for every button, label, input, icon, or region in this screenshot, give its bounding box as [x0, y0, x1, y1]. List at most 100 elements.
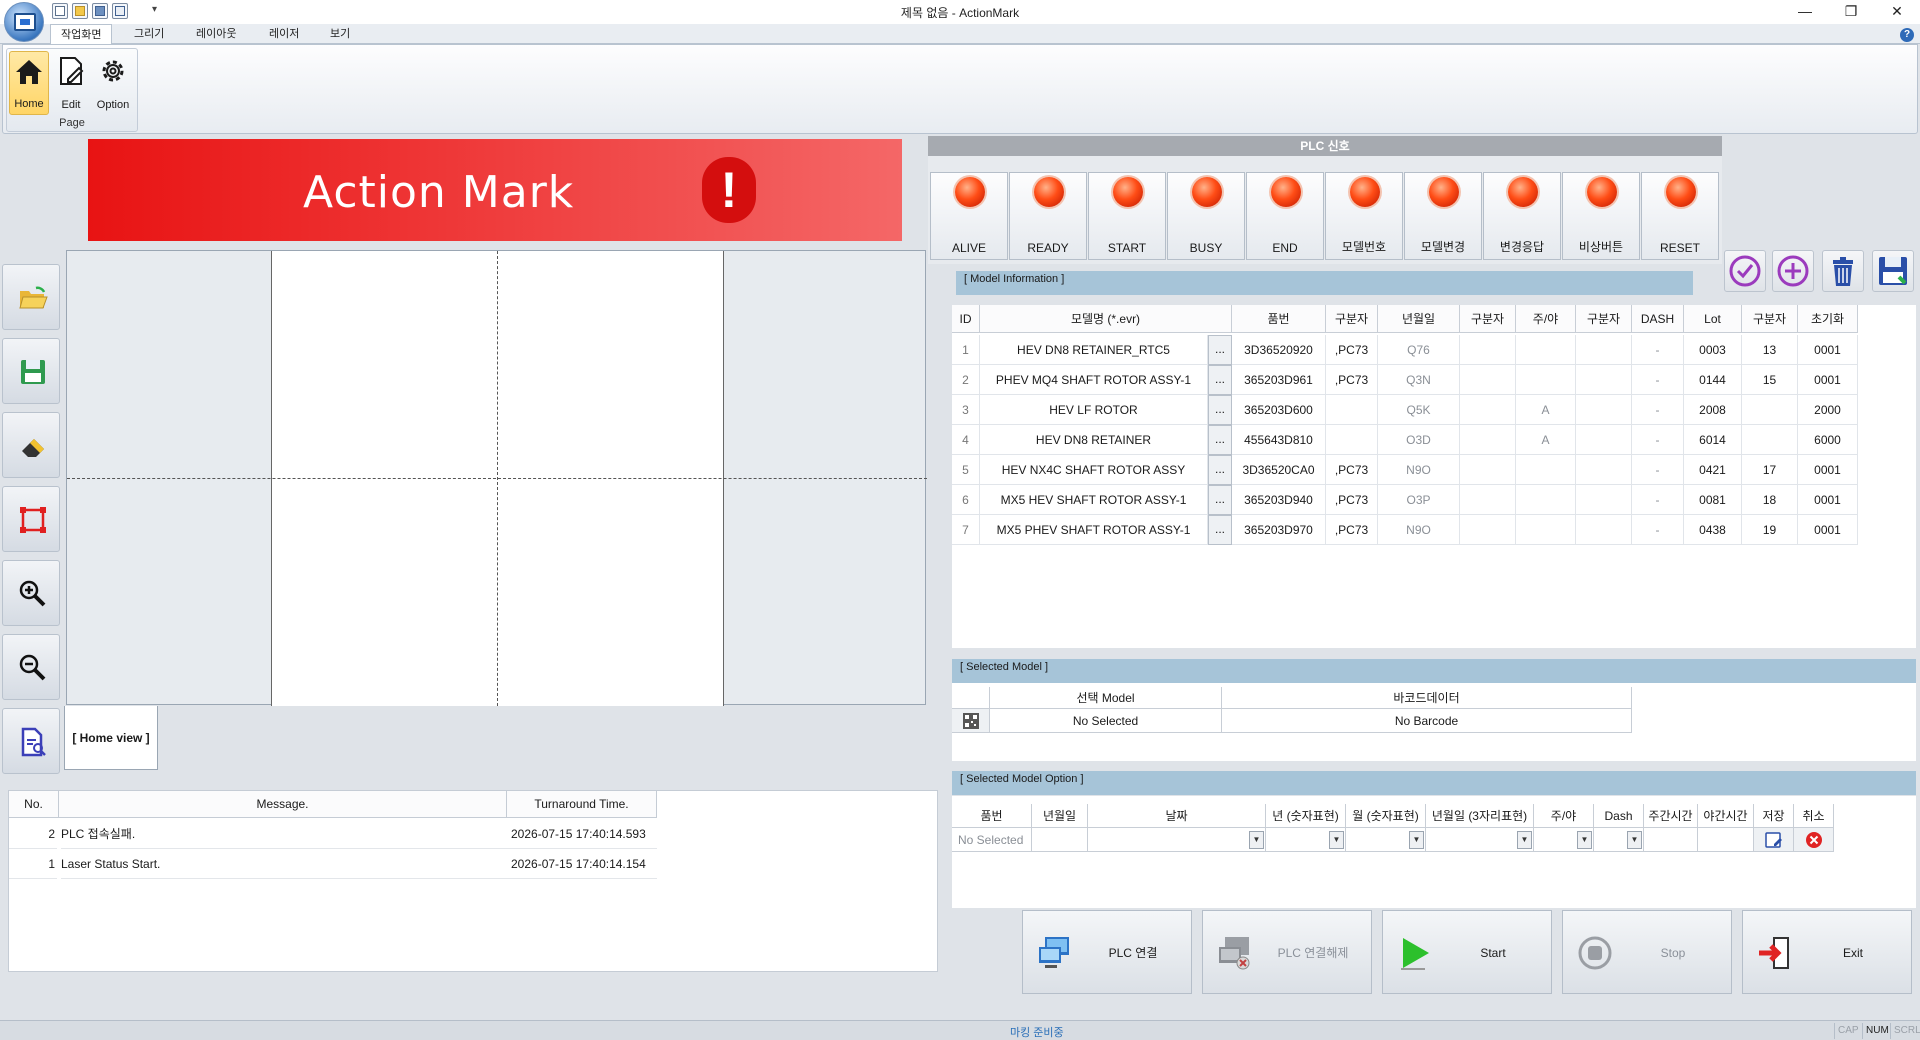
model-browse-button[interactable]: ...: [1208, 365, 1232, 395]
exit-button[interactable]: Exit: [1742, 910, 1912, 994]
model-cell-name: HEV DN8 RETAINER: [980, 425, 1208, 455]
chevron-down-icon[interactable]: ▼: [1409, 831, 1424, 849]
check-model-button[interactable]: [1724, 250, 1766, 292]
opt-save-button[interactable]: [1754, 828, 1794, 852]
start-button[interactable]: Start: [1382, 910, 1552, 994]
model-cell-id: 5: [952, 455, 980, 485]
open-file-button[interactable]: [2, 264, 60, 330]
model-cell-dn: [1516, 485, 1576, 515]
zoom-in-button[interactable]: [2, 560, 60, 626]
ribbon-group-page: Home Edit Option Page: [6, 48, 138, 132]
ribbon-group-label: Page: [59, 117, 85, 129]
close-button[interactable]: ✕: [1874, 0, 1920, 22]
opt-day-night-select[interactable]: ▼: [1534, 828, 1594, 852]
tab-laser[interactable]: 레이저: [259, 24, 309, 44]
opt-day-select[interactable]: ▼: [1088, 828, 1266, 852]
opt-cancel-button[interactable]: [1794, 828, 1834, 852]
model-cell-sep1: ,PC73: [1326, 335, 1378, 365]
opt-date3-select[interactable]: ▼: [1426, 828, 1534, 852]
save-file-button[interactable]: [2, 338, 60, 404]
model-cell-name: MX5 HEV SHAFT ROTOR ASSY-1: [980, 485, 1208, 515]
model-browse-button[interactable]: ...: [1208, 395, 1232, 425]
log-table: No. Message. Turnaround Time. 2 PLC 접속실패…: [8, 790, 938, 972]
opt-month-select[interactable]: ▼: [1346, 828, 1426, 852]
plc-signal-alive: ALIVE: [930, 172, 1008, 260]
add-model-button[interactable]: [1772, 250, 1814, 292]
selected-model-header-model: 선택 Model: [990, 687, 1222, 709]
home-icon: [16, 60, 42, 84]
model-browse-button[interactable]: ...: [1208, 335, 1232, 365]
model-cell-sep4: 18: [1742, 485, 1798, 515]
qr-code-button[interactable]: [952, 709, 990, 733]
save-model-button[interactable]: [1872, 250, 1914, 292]
stop-label: Stop: [1660, 946, 1686, 960]
plc-disconnect-button[interactable]: PLC 연결해제: [1202, 910, 1372, 994]
document-search-button[interactable]: [2, 708, 60, 774]
check-circle-icon: [1729, 255, 1761, 287]
maximize-button[interactable]: ❐: [1828, 0, 1874, 22]
opt-dash-select[interactable]: ▼: [1594, 828, 1644, 852]
help-icon[interactable]: ?: [1900, 28, 1914, 42]
plc-signal-ready: READY: [1009, 172, 1087, 260]
stop-button[interactable]: Stop: [1562, 910, 1732, 994]
model-cell-sep2: [1460, 515, 1516, 545]
eraser-button[interactable]: [2, 412, 60, 478]
tab-home-view[interactable]: [ Home view ]: [64, 706, 158, 770]
col-separator-1: 구분자: [1326, 305, 1378, 333]
tab-draw[interactable]: 그리기: [124, 24, 174, 44]
status-message: 마킹 준비중: [1010, 1027, 1064, 1039]
model-cell-part: 3D36520CA0: [1232, 455, 1326, 485]
model-cell-part: 3D36520920: [1232, 335, 1326, 365]
col-day-night: 주/야: [1516, 305, 1576, 333]
minimize-button[interactable]: —: [1782, 0, 1828, 22]
tab-layout[interactable]: 레이아웃: [186, 24, 246, 44]
col-separator-2: 구분자: [1460, 305, 1516, 333]
opt-date-input[interactable]: [1032, 828, 1088, 852]
col-id: ID: [952, 305, 980, 333]
select-bounds-button[interactable]: [2, 486, 60, 552]
chevron-down-icon[interactable]: ▼: [1329, 831, 1344, 849]
edit-button[interactable]: Edit: [51, 51, 91, 115]
model-cell-date: Q5K: [1378, 395, 1460, 425]
model-cell-sep2: [1460, 455, 1516, 485]
opt-year-select[interactable]: ▼: [1266, 828, 1346, 852]
status-bar: 마킹 준비중 CAP NUM SCRL: [0, 1020, 1920, 1040]
opt-night-time-input[interactable]: [1698, 828, 1754, 852]
model-cell-sep3: [1576, 485, 1632, 515]
bounding-box-icon: [20, 507, 46, 533]
model-browse-button[interactable]: ...: [1208, 425, 1232, 455]
edit-button-label: Edit: [61, 99, 81, 111]
marking-canvas[interactable]: [66, 250, 927, 706]
model-cell-sep3: [1576, 425, 1632, 455]
model-information-title: [ Model Information ]: [956, 271, 1693, 295]
chevron-down-icon[interactable]: ▼: [1517, 831, 1532, 849]
plc-disconnect-icon: [1219, 937, 1250, 970]
tab-work-screen[interactable]: 작업화면: [50, 24, 113, 45]
zoom-out-button[interactable]: [2, 634, 60, 700]
model-browse-button[interactable]: ...: [1208, 485, 1232, 515]
model-cell-sep2: [1460, 425, 1516, 455]
col-part-number: 품번: [1232, 305, 1326, 333]
opt-day-time-input[interactable]: [1644, 828, 1698, 852]
chevron-down-icon[interactable]: ▼: [1627, 831, 1642, 849]
trash-icon: [1833, 257, 1853, 286]
zoom-out-icon: [19, 654, 46, 681]
model-browse-button[interactable]: ...: [1208, 455, 1232, 485]
chevron-down-icon[interactable]: ▼: [1249, 831, 1264, 849]
application-menu-button[interactable]: [4, 2, 44, 42]
model-cell-dn: [1516, 515, 1576, 545]
exit-door-icon: [1759, 937, 1789, 969]
delete-model-button[interactable]: [1822, 250, 1864, 292]
opt-header-dash: Dash: [1594, 804, 1644, 828]
plc-connect-button[interactable]: PLC 연결: [1022, 910, 1192, 994]
log-cell-time: 2026-07-15 17:40:14.593: [505, 819, 657, 849]
option-button[interactable]: Option: [93, 51, 133, 115]
chevron-down-icon[interactable]: ▼: [1577, 831, 1592, 849]
ribbon-tabs: 작업화면 그리기 레이아웃 레이저 보기: [0, 24, 1920, 45]
model-cell-dash: -: [1632, 335, 1684, 365]
model-browse-button[interactable]: ...: [1208, 515, 1232, 545]
selected-model-table: 선택 Model 바코드데이터 No Selected No Barcode: [952, 683, 1916, 761]
tab-view[interactable]: 보기: [320, 24, 360, 44]
home-button[interactable]: Home: [9, 51, 49, 115]
model-cell-lot: 0081: [1684, 485, 1742, 515]
